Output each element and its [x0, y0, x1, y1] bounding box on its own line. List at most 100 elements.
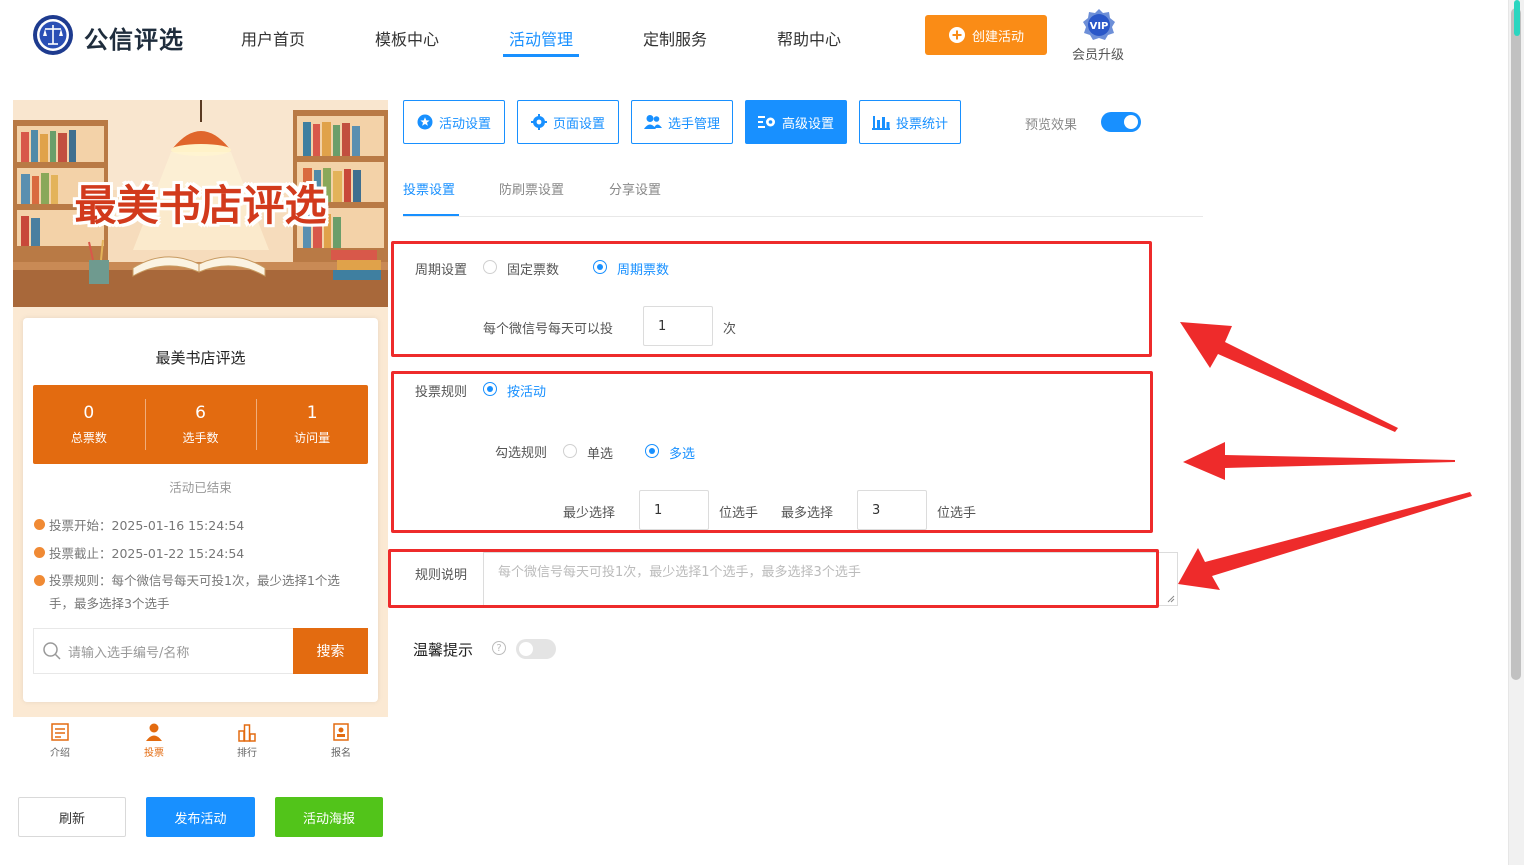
banner-title: 最美书店评选: [74, 181, 327, 230]
vote-end-text: 投票截止：2025-01-22 15:24:54: [49, 546, 245, 561]
stat-value: 6: [195, 403, 206, 423]
tab-label: 页面设置: [552, 116, 605, 132]
tab-vote-statistics[interactable]: 投票统计: [859, 100, 961, 144]
period-section-highlight: [391, 241, 1152, 357]
vote-end-line: 投票截止：2025-01-22 15:24:54: [34, 543, 244, 562]
tab-candidate-management[interactable]: 选手管理: [631, 100, 733, 144]
warm-tips-label: 温馨提示: [413, 641, 474, 659]
vip-upgrade-label[interactable]: 会员升级: [1072, 44, 1124, 63]
per-day-input[interactable]: 1: [643, 306, 713, 346]
radio-periodic-votes[interactable]: [593, 260, 607, 274]
rule-description-label: 规则说明: [415, 568, 468, 583]
nav-activity-management[interactable]: 活动管理: [509, 26, 573, 50]
search-icon: [43, 642, 61, 660]
activity-poster-button[interactable]: 活动海报: [275, 797, 383, 837]
nav-template-center[interactable]: 模板中心: [375, 26, 439, 50]
create-activity-label: 创建活动: [971, 29, 1024, 45]
candidate-search-input[interactable]: 请输入选手编号/名称: [33, 628, 293, 674]
rule-description-highlight: [388, 549, 1159, 608]
gear-icon: [530, 114, 547, 130]
nav-custom-service[interactable]: 定制服务: [643, 26, 707, 50]
tab-label: 活动设置: [438, 116, 491, 132]
max-select-label: 最多选择: [781, 506, 834, 521]
option-single-choice[interactable]: 单选: [587, 443, 613, 462]
subtab-share-settings[interactable]: 分享设置: [609, 179, 661, 198]
info-icon: [34, 575, 45, 586]
nav-help-center[interactable]: 帮助中心: [777, 26, 841, 50]
stat-label: 选手数: [182, 431, 219, 445]
create-activity-button[interactable]: 创建活动: [925, 15, 1047, 55]
radio-multiple-choice[interactable]: [645, 444, 659, 458]
scrollbar-indicator: [1514, 0, 1520, 36]
annotation-arrows: [1178, 322, 1472, 590]
stat-value: 1: [306, 403, 318, 423]
stat-candidates: 6 选手数: [144, 385, 257, 464]
max-select-input[interactable]: 3: [857, 490, 927, 530]
max-select-unit: 位选手: [937, 506, 977, 521]
tabbar-item-rank[interactable]: 排行: [217, 722, 277, 759]
help-icon[interactable]: ?: [492, 641, 506, 655]
tabbar-label: 报名: [331, 748, 351, 759]
bar-chart-icon: [871, 116, 890, 130]
brand-logo-icon: [33, 15, 73, 55]
activity-status: 活动已结束: [169, 480, 232, 495]
tab-activity-settings[interactable]: 活动设置: [403, 100, 505, 144]
option-fixed-votes[interactable]: 固定票数: [507, 259, 559, 278]
min-select-unit: 位选手: [719, 506, 759, 521]
page-scrollbar-thumb[interactable]: [1511, 8, 1521, 680]
nav-user-home[interactable]: 用户首页: [241, 26, 305, 50]
tab-label: 选手管理: [667, 116, 720, 132]
subtab-anti-fraud[interactable]: 防刷票设置: [499, 179, 564, 198]
stat-total-votes: 0 总票数: [33, 385, 145, 464]
activity-banner: 最美书店评选: [13, 100, 388, 307]
tabbar-item-signup[interactable]: 报名: [311, 722, 371, 759]
vote-rule-line: 投票规则：每个微信号每天可投1次，最少选择1个选手，最多选择3个选手: [34, 569, 364, 615]
activity-title: 最美书店评选: [155, 349, 246, 367]
subtab-divider: [403, 216, 1203, 217]
period-label: 周期设置: [415, 263, 468, 278]
refresh-button[interactable]: 刷新: [18, 797, 126, 837]
tabbar-item-intro[interactable]: 介绍: [30, 722, 90, 759]
stat-visits: 1 访问量: [256, 385, 368, 464]
users-icon: [643, 115, 662, 129]
search-button[interactable]: 搜索: [293, 628, 368, 674]
option-periodic-votes[interactable]: 周期票数: [617, 259, 669, 278]
vip-badge-icon[interactable]: VIP: [1081, 8, 1117, 42]
check-rule-label: 勾选规则: [495, 446, 548, 461]
arrow-icon: [1183, 442, 1455, 480]
publish-activity-button[interactable]: 发布活动: [146, 797, 255, 837]
arrow-icon: [1178, 492, 1472, 590]
warm-tips-toggle[interactable]: [516, 639, 556, 659]
search-placeholder: 请输入选手编号/名称: [68, 645, 190, 661]
option-by-activity[interactable]: 按活动: [507, 381, 546, 400]
tab-page-settings[interactable]: 页面设置: [517, 100, 619, 144]
tab-advanced-settings[interactable]: 高级设置: [745, 100, 847, 144]
radio-single-choice[interactable]: [563, 444, 577, 458]
preview-effect-toggle[interactable]: [1101, 112, 1141, 132]
settings-sliders-icon: [757, 116, 775, 128]
clock-icon: [34, 547, 45, 558]
tabbar-label: 排行: [237, 748, 257, 759]
per-day-label: 每个微信号每天可以投: [483, 322, 614, 337]
option-multiple-choice[interactable]: 多选: [669, 443, 695, 462]
stat-value: 0: [83, 403, 95, 423]
vip-badge-text: VIP: [1090, 21, 1109, 32]
clock-icon: [34, 519, 45, 530]
document-icon: [51, 723, 69, 741]
tab-label: 高级设置: [781, 116, 834, 132]
preview-effect-label: 预览效果: [1025, 118, 1078, 133]
arrow-icon: [1180, 322, 1398, 432]
min-select-input[interactable]: 1: [639, 490, 709, 530]
bar-chart-icon: [238, 724, 256, 742]
tab-label: 投票统计: [895, 116, 948, 132]
tabbar-item-vote[interactable]: 投票: [124, 722, 184, 759]
vote-rule-text: 投票规则：每个微信号每天可投1次，最少选择1个选手，最多选择3个选手: [49, 573, 340, 611]
tabbar-label: 介绍: [50, 748, 70, 759]
radio-fixed-votes[interactable]: [483, 260, 497, 274]
per-day-unit: 次: [723, 322, 737, 337]
stat-label: 访问量: [294, 431, 331, 445]
brand-name: 公信评选: [84, 26, 184, 54]
min-select-label: 最少选择: [563, 506, 616, 521]
radio-by-activity[interactable]: [483, 382, 497, 396]
subtab-vote-settings[interactable]: 投票设置: [403, 179, 455, 198]
